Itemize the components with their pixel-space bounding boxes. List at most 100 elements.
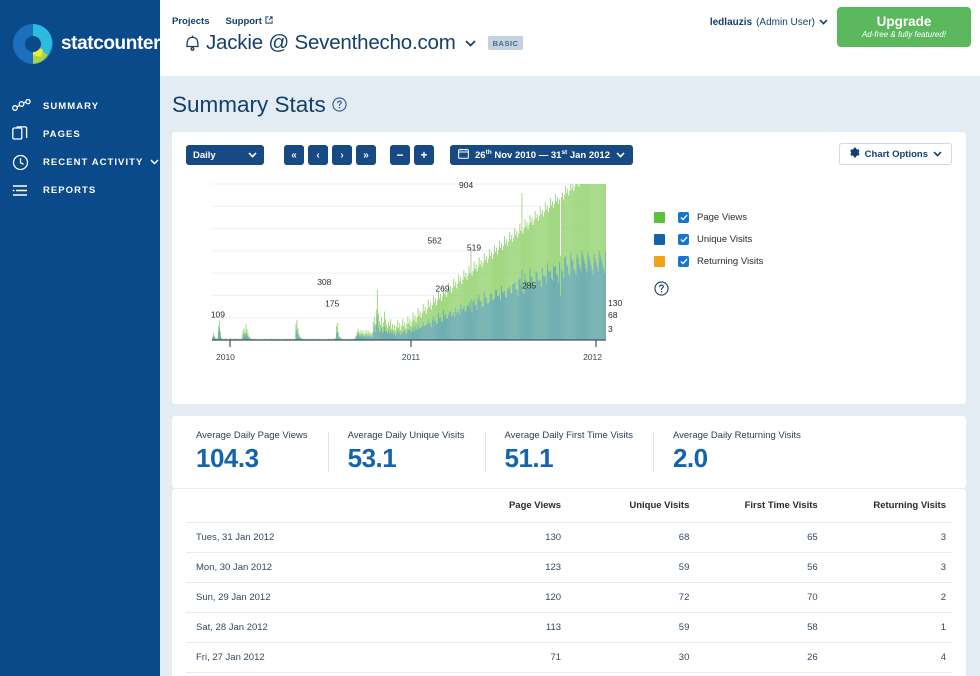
account-menu[interactable]: ledlauzis (Admin User) <box>710 17 828 28</box>
table-row[interactable]: Mon, 30 Jan 2012 123 59 56 3 <box>186 552 952 583</box>
summary-stats-cards: Average Daily Page Views 104.3 Average D… <box>172 416 966 488</box>
sidebar-item-summary[interactable]: SUMMARY <box>0 92 160 120</box>
legend-item-page-views[interactable]: Page Views <box>654 206 763 228</box>
nav-next-button[interactable]: › <box>332 145 352 165</box>
main-area: Projects Support ledlauzis (Admin User) <box>160 0 980 676</box>
cell-date: Tues, 31 Jan 2012 <box>186 522 439 553</box>
stat-label: Average Daily Page Views <box>196 430 308 441</box>
nav-last-button[interactable]: » <box>356 145 376 165</box>
chevron-down-icon[interactable] <box>150 159 159 165</box>
table-header-row: Page Views Unique Visits First Time Visi… <box>186 489 952 523</box>
gear-icon <box>849 147 860 161</box>
brand-logo[interactable]: statcounter <box>0 14 160 70</box>
chart-legend: Page Views Unique Visits Returning Visit… <box>654 206 763 301</box>
stat-label: Average Daily Unique Visits <box>347 430 465 441</box>
upgrade-title: Upgrade <box>876 13 932 29</box>
cell-returning-visits: 1 <box>823 612 952 643</box>
cell-first-time-visits: 65 <box>695 522 824 553</box>
cell-first-time-visits: 70 <box>695 582 824 613</box>
table-header: Page Views Unique Visits First Time Visi… <box>186 489 952 523</box>
sidebar-item-pages[interactable]: PAGES <box>0 120 160 148</box>
bell-icon[interactable] <box>184 33 201 53</box>
plan-badge: BASIC <box>487 36 524 50</box>
chart-options-label: Chart Options <box>864 148 928 160</box>
table-row[interactable]: Thur, 26 Jan 201210474740 <box>186 672 952 676</box>
support-link[interactable]: Support <box>226 16 273 27</box>
x-axis-tick-label: 2011 <box>402 352 421 362</box>
calendar-icon <box>458 148 469 162</box>
chevron-down-icon <box>616 150 625 161</box>
cell-unique-visits: 30 <box>567 642 696 673</box>
date-to-rest: Jan 2012 <box>567 150 611 162</box>
chart-zoom-buttons: − + <box>390 145 434 165</box>
legend-swatch <box>654 233 665 245</box>
stat-value: 2.0 <box>672 443 708 473</box>
legend-checkbox[interactable] <box>678 233 689 245</box>
sidebar-nav: SUMMARY PAGES RECENT ACTIVITY REPORTS <box>0 92 160 204</box>
nav-prev-button[interactable]: ‹ <box>308 145 328 165</box>
sidebar-item-recent-activity[interactable]: RECENT ACTIVITY <box>0 148 160 176</box>
legend-help-circle-icon[interactable] <box>654 281 763 301</box>
upgrade-button[interactable]: Upgrade Ad-free & fully featured! <box>837 7 971 47</box>
date-range-value: 26th Nov 2010 — 31st Jan 2012 <box>475 149 610 161</box>
stat-label: Average Daily First Time Visits <box>504 430 633 441</box>
date-range-picker[interactable]: 26th Nov 2010 — 31st Jan 2012 <box>450 145 634 165</box>
traffic-chart[interactable]: 2010 2011 2012 109 175 308 904 562 269 519 285 130 6… <box>194 178 634 368</box>
account-role: (Admin User) <box>756 17 815 28</box>
legend-checkbox[interactable] <box>678 211 689 223</box>
upgrade-subtitle: Ad-free & fully featured! <box>861 29 947 39</box>
interval-select-value: Daily <box>193 149 216 161</box>
sidebar-item-reports[interactable]: REPORTS <box>0 176 160 204</box>
stat-label: Average Daily Returning Visits <box>672 430 801 441</box>
legend-checkbox[interactable] <box>678 255 689 267</box>
legend-swatch <box>654 211 665 223</box>
chart-annotation-label: 519 <box>467 243 481 253</box>
stat-average-daily-unique-visits: Average Daily Unique Visits 53.1 <box>327 430 485 474</box>
cell-first-time-visits: 74 <box>695 672 824 676</box>
x-axis-tick-label: 2012 <box>583 352 602 362</box>
cell-first-time-visits: 26 <box>695 642 824 673</box>
column-header-unique-visits[interactable]: Unique Visits <box>567 489 695 523</box>
chart-plot-wrapper: 2010 2011 2012 109 175 308 904 562 269 519 285 130 6… <box>186 178 952 378</box>
column-header-returning-visits[interactable]: Returning Visits <box>824 489 952 523</box>
chart-card: Daily « ‹ › » − + 26th Nov 2010 — 31st J… <box>172 132 966 404</box>
sidebar-item-label: PAGES <box>43 128 81 140</box>
sidebar-item-label: SUMMARY <box>43 100 100 112</box>
chevron-down-icon <box>933 149 942 160</box>
zoom-in-button[interactable]: + <box>414 145 434 165</box>
interval-select[interactable]: Daily <box>186 145 264 165</box>
chart-annotation-label: 285 <box>522 281 536 291</box>
cell-first-time-visits: 58 <box>695 612 824 643</box>
chart-annotation-label: 175 <box>325 299 339 309</box>
table-row[interactable]: Tues, 31 Jan 2012 130 68 65 3 <box>186 522 952 553</box>
support-link-label: Support <box>225 16 262 27</box>
cell-returning-visits: 2 <box>823 582 952 613</box>
legend-item-unique-visits[interactable]: Unique Visits <box>654 228 763 250</box>
nav-first-button[interactable]: « <box>284 145 304 165</box>
daily-stats-table-card: Page Views Unique Visits First Time Visi… <box>172 489 966 676</box>
site-selector-chevron-down-icon[interactable] <box>465 39 476 47</box>
projects-link[interactable]: Projects <box>172 16 210 27</box>
chevron-down-icon <box>819 17 828 28</box>
sidebar-item-label: RECENT ACTIVITY <box>43 156 144 168</box>
table-row[interactable]: Fri, 27 Jan 2012 71 30 26 4 <box>186 642 952 673</box>
table-row[interactable]: Sun, 29 Jan 2012 120 72 70 2 <box>186 582 952 613</box>
cell-date: Mon, 30 Jan 2012 <box>186 552 439 583</box>
zoom-out-button[interactable]: − <box>390 145 410 165</box>
chart-options-button[interactable]: Chart Options <box>838 143 952 165</box>
column-header-date[interactable] <box>186 489 439 523</box>
legend-label: Page Views <box>697 211 747 223</box>
stat-average-daily-returning-visits: Average Daily Returning Visits 2.0 <box>652 430 821 474</box>
page-title-text: Summary Stats <box>172 92 326 117</box>
table-row[interactable]: Sat, 28 Jan 2012 113 59 58 1 <box>186 612 952 643</box>
column-header-first-time-visits[interactable]: First Time Visits <box>695 489 823 523</box>
help-circle-icon[interactable] <box>332 92 347 118</box>
topbar: Projects Support ledlauzis (Admin User) <box>160 0 980 76</box>
cell-date: Fri, 27 Jan 2012 <box>186 642 439 673</box>
legend-item-returning-visits[interactable]: Returning Visits <box>654 250 763 272</box>
cell-unique-visits: 74 <box>567 672 696 676</box>
stat-value: 53.1 <box>347 443 397 473</box>
column-header-page-views[interactable]: Page Views <box>439 489 567 523</box>
account-username: ledlauzis <box>709 17 753 28</box>
chart-annotation-label: 308 <box>317 277 331 287</box>
